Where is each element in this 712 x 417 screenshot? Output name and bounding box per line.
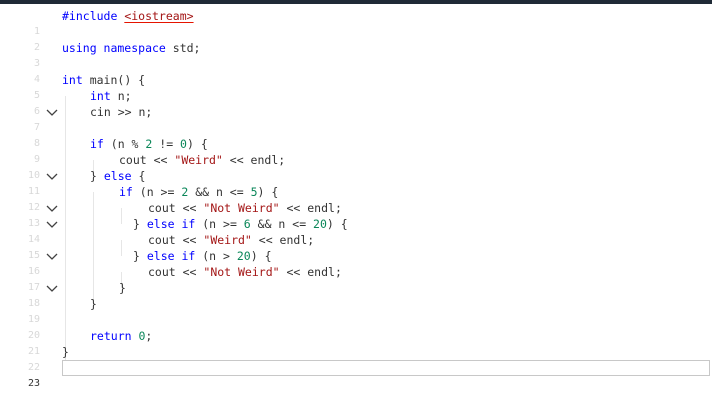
code-line[interactable]: 10 cout << "Weird" << endl; bbox=[0, 152, 712, 181]
line-code: return 0; bbox=[90, 329, 153, 343]
line-code: if (n % 2 != 0) { bbox=[90, 137, 208, 151]
code-line[interactable]: 2 bbox=[0, 24, 712, 53]
line-code: } else if (n > 20) { bbox=[133, 249, 272, 263]
code-line[interactable]: 4 bbox=[0, 56, 712, 85]
code-line[interactable]: 19 } bbox=[0, 296, 712, 325]
code-line[interactable]: 6 int n; bbox=[0, 88, 712, 117]
line-code: cout << "Weird" << endl; bbox=[119, 153, 286, 167]
code-line[interactable]: 23 bbox=[0, 360, 712, 389]
line-code: #include <iostream> bbox=[62, 9, 194, 23]
code-line[interactable]: 18 } bbox=[0, 280, 712, 309]
line-code: cout << "Not Weird" << endl; bbox=[148, 265, 342, 279]
code-line[interactable]: 21 return 0; bbox=[0, 328, 712, 357]
code-line[interactable]: 11 } else { bbox=[0, 168, 712, 212]
code-line[interactable]: 5 int main() { bbox=[0, 72, 712, 116]
code-line[interactable]: 1 #include <iostream> bbox=[0, 8, 712, 37]
code-line[interactable]: 12 if (n >= 2 && n <= 5) { bbox=[0, 184, 712, 228]
line-number: 23 bbox=[27, 378, 40, 389]
line-code: cout << "Weird" << endl; bbox=[148, 233, 315, 247]
code-line[interactable]: 22 } bbox=[0, 344, 712, 373]
window-top-bar bbox=[0, 0, 712, 4]
line-code: if (n >= 2 && n <= 5) { bbox=[119, 185, 279, 199]
code-line[interactable]: 3 using namespace std; bbox=[0, 40, 712, 69]
code-line[interactable]: 17 cout << "Not Weird" << endl; bbox=[0, 264, 712, 293]
line-code: } else { bbox=[90, 169, 146, 183]
line-code: } else if (n >= 6 && n <= 20) { bbox=[133, 217, 348, 231]
line-code: using namespace std; bbox=[62, 41, 201, 55]
line-code: } bbox=[62, 345, 69, 359]
code-line[interactable]: 13 cout << "Not Weird" << endl; bbox=[0, 200, 712, 229]
code-line[interactable]: 8 bbox=[0, 120, 712, 149]
line-code: } bbox=[119, 281, 126, 295]
code-line[interactable]: 16 } else if (n > 20) { bbox=[0, 248, 712, 292]
code-editor[interactable]: 1 #include <iostream> 2 3 using namespac… bbox=[0, 8, 712, 417]
code-line[interactable]: 9 if (n % 2 != 0) { bbox=[0, 136, 712, 180]
line-code: cin >> n; bbox=[90, 105, 153, 119]
line-code: cout << "Not Weird" << endl; bbox=[148, 201, 342, 215]
code-line[interactable]: 14 } else if (n >= 6 && n <= 20) { bbox=[0, 216, 712, 260]
line-code: int main() { bbox=[62, 73, 146, 87]
code-line[interactable]: 15 cout << "Weird" << endl; bbox=[0, 232, 712, 261]
code-line[interactable]: 7 cin >> n; bbox=[0, 104, 712, 133]
code-line[interactable]: 20 bbox=[0, 312, 712, 341]
line-code: } bbox=[90, 297, 97, 311]
line-code: int n; bbox=[90, 89, 132, 103]
